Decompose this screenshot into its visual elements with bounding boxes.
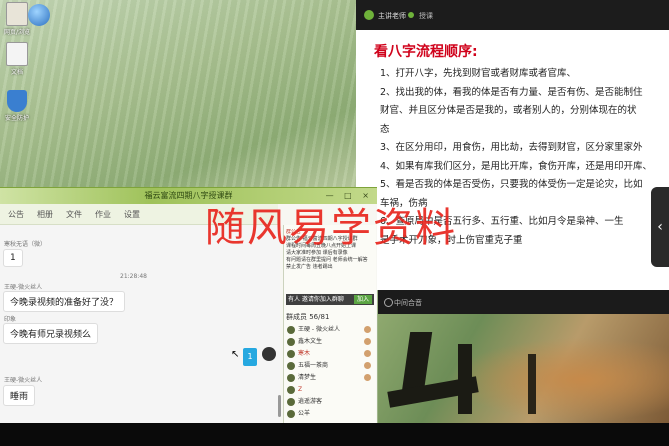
slide-line: 财官、并且区分体是否是我的，或者别人的，分别体现在的状	[380, 105, 637, 116]
slide-line: 2、找出我的体，看我的体是否有力量、是否有伤、是否能制住	[380, 86, 643, 98]
tab-settings[interactable]: 设置	[124, 209, 140, 220]
join-button[interactable]: 加入	[354, 295, 372, 304]
calligraphy-stroke	[401, 332, 433, 392]
calligraphy-stroke	[458, 344, 472, 414]
message-time: 21:28:48	[120, 273, 147, 280]
presenter-label: 主讲老师	[378, 12, 406, 20]
member-icon	[364, 362, 371, 369]
avatar	[287, 325, 295, 334]
desktop-icon-security[interactable]: 安全防护	[0, 90, 34, 122]
message-bubble: 今晚有师兄录视频么	[3, 323, 99, 344]
avatar	[287, 397, 295, 406]
member-item[interactable]: 公羊	[287, 408, 375, 419]
phone-icon[interactable]	[384, 298, 393, 307]
taskbar	[0, 423, 669, 446]
member-name: 清梦生	[298, 374, 317, 381]
member-item[interactable]: 王硬 - 微火丝人	[287, 324, 375, 335]
slide-line: 态	[380, 123, 390, 135]
member-item[interactable]: 寒木	[287, 348, 375, 359]
desktop-wallpaper: 网页/浏览 文档 安全防护	[0, 0, 356, 187]
calligraphy-stroke	[528, 354, 536, 414]
live-dot-icon	[408, 12, 414, 18]
member-item[interactable]: 逍遥游客	[287, 396, 375, 407]
slide-line: 3、在区分用印，用食伤，用比劫，去得到财官，区分家里家外	[380, 142, 643, 153]
join-invite-bar: 有人 邀请你加入群聊 加入	[286, 294, 374, 305]
avatar	[287, 337, 295, 346]
message-bubble: 1	[3, 249, 23, 267]
globe-icon[interactable]	[28, 4, 50, 26]
message-bubble: 睡雨	[3, 385, 36, 406]
member-name: 五福一茶商	[298, 362, 329, 369]
member-item[interactable]: 五福一茶商	[287, 360, 375, 371]
watermark-text: 随风易学资料	[205, 205, 457, 251]
tab-homework[interactable]: 作业	[95, 209, 111, 220]
avatar	[287, 361, 295, 370]
member-name: 公羊	[298, 410, 311, 417]
member-icon	[364, 350, 371, 357]
slide-title: 看八字流程顺序:	[374, 44, 478, 60]
desktop-icon-document[interactable]: 文档	[0, 42, 34, 76]
message-bubble: 今晚录视频的准备好了没？	[3, 291, 126, 312]
member-name: 鑫木文生	[298, 338, 323, 345]
member-name: 寒木	[298, 350, 311, 357]
tab-announcement[interactable]: 公告	[8, 209, 24, 220]
app-logo-icon	[364, 10, 374, 20]
tab-files[interactable]: 文件	[66, 209, 82, 220]
slide-line: 5、看是否我的体是否受伤，只要我的体受伤一定是论灾，比如	[380, 179, 643, 190]
message-sender: 王硬-微火丝人	[4, 377, 43, 384]
member-icon	[364, 338, 371, 345]
desktop-icon-label: 网页/浏览	[3, 29, 31, 36]
slide-line: 4、如果有库我们区分，是用比开库，食伤开库，还是用印开库、	[380, 160, 653, 172]
members-header: 群成员 56/81	[286, 313, 330, 321]
session-label: 授课	[419, 12, 433, 20]
avatar[interactable]	[262, 347, 276, 361]
group-info-panel: 群公告 群公告 福云富流四期八字授课群 课程时间每周五晚八点开始上课 请大家准时…	[283, 225, 376, 424]
member-item[interactable]: 鑫木文生	[287, 336, 375, 347]
member-name: Z	[298, 386, 303, 393]
document-icon	[6, 42, 28, 66]
video-feed	[378, 314, 669, 423]
message-sender: 印象	[4, 316, 17, 323]
shield-icon	[7, 90, 27, 112]
avatar	[287, 385, 295, 394]
my-reply-bubble: 1	[243, 348, 257, 366]
message-sender: 寒秋无语（微）	[4, 241, 47, 248]
tab-album[interactable]: 相册	[37, 209, 53, 220]
avatar	[287, 373, 295, 382]
member-icon	[364, 374, 371, 381]
app-icon	[6, 2, 28, 26]
desktop-icon-label: 安全防护	[4, 115, 29, 122]
message-sender: 王硬-微火丝人	[4, 284, 43, 291]
avatar	[287, 409, 295, 418]
join-invite-text: 有人 邀请你加入群聊	[288, 296, 344, 303]
member-icon	[364, 326, 371, 333]
message-list[interactable]: 寒秋无语（微） 1 21:28:48 王硬-微火丝人 今晚录视频的准备好了没？ …	[0, 225, 280, 425]
desktop-icon-label: 文档	[10, 69, 23, 76]
avatar	[287, 349, 295, 358]
collapse-panel-button[interactable]: ‹	[651, 187, 669, 267]
video-toolbar: 中间合音	[378, 290, 669, 314]
video-bar-label: 中间合音	[394, 299, 422, 307]
member-item[interactable]: Z	[287, 384, 375, 395]
slide-line: 1、打开八字，先找到财官或者财库或者官库、	[380, 68, 577, 79]
member-name: 逍遥游客	[298, 398, 323, 405]
member-name: 王硬 - 微火丝人	[298, 326, 340, 333]
notice-line: 禁止发广告 违者踢出	[286, 264, 333, 270]
member-item[interactable]: 清梦生	[287, 372, 375, 383]
notice-line: 有问题请在群里提问 老师会统一解答	[286, 257, 368, 263]
presentation-header: 主讲老师 授课	[356, 0, 669, 30]
scrollbar[interactable]	[278, 395, 281, 417]
mouse-cursor-icon: ↖	[231, 349, 240, 360]
